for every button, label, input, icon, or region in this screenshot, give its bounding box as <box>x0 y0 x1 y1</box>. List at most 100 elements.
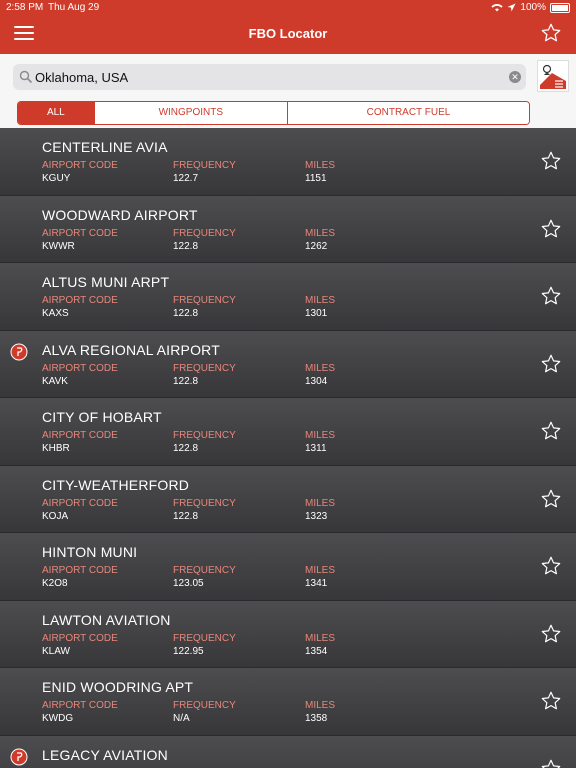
airport-code-label: AIRPORT CODE <box>42 430 118 441</box>
segment-contract-fuel[interactable]: CONTRACT FUEL <box>286 102 529 124</box>
list-item[interactable]: ALTUS MUNI ARPT AIRPORT CODE FREQUENCY MILE… <box>0 263 576 331</box>
list-item[interactable]: CITY-WEATHERFORD AIRPORT CODE FREQUENCY MIL… <box>0 465 576 533</box>
airport-code-label: AIRPORT CODE <box>42 565 118 576</box>
favorite-star-icon[interactable] <box>540 285 562 307</box>
status-right: 100% <box>491 2 570 13</box>
airport-code-label: AIRPORT CODE <box>42 227 118 239</box>
airport-name: HINTON MUNI <box>42 544 138 560</box>
search-input[interactable] <box>35 67 495 87</box>
search-area: ✕ ALL WINGPOINTS CONTRACT FUEL <box>0 54 576 128</box>
airport-name: LEGACY AVIATION <box>42 746 168 763</box>
frequency-label: FREQUENCY <box>173 227 236 239</box>
frequency-label: FREQUENCY <box>173 700 236 711</box>
miles-label: MILES <box>305 430 336 441</box>
airport-name: ALTUS MUNI ARPT <box>42 274 170 290</box>
frequency-value: 123.05 <box>173 578 204 589</box>
favorite-star-icon[interactable] <box>540 555 562 577</box>
frequency-label: FREQUENCY <box>173 632 236 644</box>
miles-value: 1151 <box>305 173 327 184</box>
airport-code-label: AIRPORT CODE <box>42 160 118 171</box>
airport-code-label: AIRPORT CODE <box>42 497 118 509</box>
frequency-value: 122.7 <box>173 173 199 184</box>
list-item[interactable]: LEGACY AVIATIONAIRPORT CODEFREQUENCYMILE… <box>0 735 576 768</box>
miles-value: 1311 <box>305 443 327 454</box>
search-bar: ✕ <box>13 64 526 90</box>
airport-code-label: AIRPORT CODE <box>42 295 118 306</box>
airport-code-label: AIRPORT CODE <box>42 362 118 374</box>
frequency-value: 122.8 <box>173 510 199 522</box>
favorite-star-icon[interactable] <box>540 623 562 645</box>
segment-all[interactable]: ALL <box>18 102 94 124</box>
frequency-label: FREQUENCY <box>173 565 236 576</box>
battery-percent: 100% <box>520 2 546 13</box>
list-item[interactable]: CENTERLINE AVIA AIRPORT CODE FREQUENCY MILE… <box>0 128 576 196</box>
favorite-star-icon[interactable] <box>540 420 562 442</box>
filter-segmented-control: ALL WINGPOINTS CONTRACT FUEL <box>17 101 530 125</box>
miles-label: MILES <box>305 227 336 239</box>
airport-code-label: AIRPORT CODE <box>42 700 118 711</box>
frequency-value: 122.95 <box>173 645 204 657</box>
frequency-label: FREQUENCY <box>173 430 236 441</box>
airport-name: ENID WOODRING APT <box>42 679 194 695</box>
frequency-value: 122.8 <box>173 240 199 252</box>
favorite-star-icon[interactable] <box>540 150 562 172</box>
status-time: 2:58 PM <box>6 2 44 13</box>
favorite-star-icon[interactable] <box>540 218 562 240</box>
list-item[interactable]: HINTON MUNI AIRPORT CODE FREQUENCY MILES K2O… <box>0 533 576 601</box>
favorites-star-icon[interactable] <box>540 22 562 44</box>
list-item[interactable]: WOODWARD AIRPORT AIRPORT CODE FREQUENCY MIL… <box>0 195 576 263</box>
segment-wingpoints[interactable]: WINGPOINTS <box>93 102 287 124</box>
airport-code-value: KOJA <box>42 510 69 522</box>
list-item[interactable]: CITY OF HOBART AIRPORT CODE FREQUENCY MILES… <box>0 398 576 466</box>
miles-value: 1341 <box>305 578 328 589</box>
battery-icon <box>550 2 570 13</box>
miles-value: 1354 <box>305 645 328 657</box>
favorite-star-icon[interactable] <box>540 690 562 712</box>
miles-value: 1358 <box>305 713 328 724</box>
page-title: FBO Locator <box>248 26 328 41</box>
status-bar: 2:58 PM Thu Aug 29 100% <box>0 0 576 16</box>
list-item[interactable]: LAWTON AVIATION AIRPORT CODE FREQUENCY MILE… <box>0 600 576 668</box>
airport-code-value: KAXS <box>42 308 69 319</box>
airport-name: CITY-WEATHERFORD <box>42 476 190 493</box>
frequency-value: 122.8 <box>173 443 199 454</box>
list-item[interactable]: ENID WOODRING APT AIRPORT CODE FREQUENCY MI… <box>0 668 576 736</box>
map-list-icon <box>540 64 566 89</box>
miles-value: 1323 <box>305 510 328 522</box>
airport-code-value: KLAW <box>42 645 70 657</box>
clear-icon[interactable]: ✕ <box>509 71 521 83</box>
wingpoint-badge-icon <box>10 748 28 765</box>
miles-label: MILES <box>305 497 336 509</box>
airport-code-value: KWDG <box>42 713 74 724</box>
location-icon <box>507 3 516 12</box>
airport-code-label: AIRPORT CODE <box>42 632 118 644</box>
wingpoint-badge-icon <box>10 343 28 360</box>
fbo-list: CENTERLINE AVIA AIRPORT CODE FREQUENCY MILE… <box>0 128 576 768</box>
map-list-button[interactable] <box>537 60 569 92</box>
wifi-icon <box>491 4 504 12</box>
miles-label: MILES <box>305 565 336 576</box>
frequency-label: FREQUENCY <box>173 497 236 509</box>
miles-label: MILES <box>305 362 336 374</box>
airport-name: CITY OF HOBART <box>42 409 162 425</box>
miles-label: MILES <box>305 700 336 711</box>
airport-code-value: K2O8 <box>42 578 68 589</box>
favorite-star-icon[interactable] <box>540 758 562 768</box>
miles-value: 1262 <box>305 240 328 252</box>
frequency-label: FREQUENCY <box>173 362 236 374</box>
miles-value: 1304 <box>305 375 328 387</box>
airport-code-value: KAVK <box>42 375 68 387</box>
airport-name: CENTERLINE AVIA <box>42 139 168 155</box>
favorite-star-icon[interactable] <box>540 488 562 510</box>
airport-code-value: KWWR <box>42 240 75 252</box>
airport-code-value: KGUY <box>42 173 71 184</box>
nav-bar: FBO Locator <box>0 16 576 54</box>
favorite-star-icon[interactable] <box>540 353 562 375</box>
airport-name: ALVA REGIONAL AIRPORT <box>42 341 220 358</box>
frequency-label: FREQUENCY <box>173 295 236 306</box>
list-item[interactable]: ALVA REGIONAL AIRPORT AIRPORT CODE FREQUEN… <box>0 330 576 398</box>
airport-name: WOODWARD AIRPORT <box>42 206 198 223</box>
airport-code-value: KHBR <box>42 443 70 454</box>
miles-value: 1301 <box>305 308 328 319</box>
search-icon <box>19 70 33 84</box>
